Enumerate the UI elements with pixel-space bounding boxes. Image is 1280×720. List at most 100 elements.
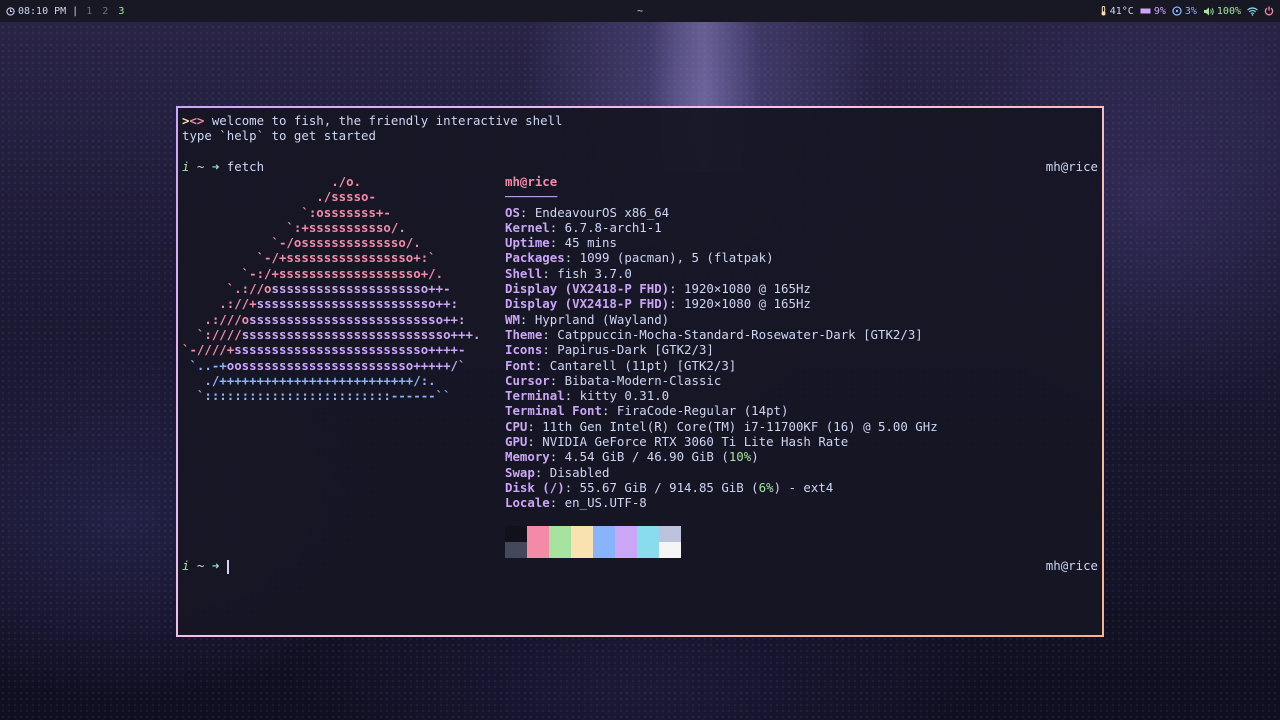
prompt-arrow-icon: ➜ [211,558,220,573]
info-row: Display (VX2418-P FHD): 1920×1080 @ 165H… [505,281,938,296]
workspace-3[interactable]: 3 [118,6,124,17]
info-key: Icons [505,342,543,358]
info-key: Packages [505,250,565,266]
ascii-segment: ssssssssssssssssssssssssssso+++. [241,326,481,342]
info-row: Kernel: 6.7.8-arch1-1 [505,220,938,235]
palette-swatch [659,542,681,558]
right-prompt-hostname: mh@rice [1045,159,1098,174]
info-row: CPU: 11th Gen Intel(R) Core(TM) i7-11700… [505,419,938,434]
top-bar-right: 41°C 9% 3% 100% [1100,6,1274,17]
info-key: Display (VX2418-P FHD) [505,281,670,297]
info-row: Cursor: Bibata-Modern-Classic [505,373,938,388]
ascii-segment: ssssssssssssssssssssssssso++: [249,311,466,327]
info-value: : 4.54 GiB / 46.90 GiB ( [549,449,729,465]
info-row: Disk (/): 55.67 GiB / 914.85 GiB (6%) - … [505,480,938,495]
palette-swatch [659,526,681,542]
window-title: ~ [636,5,644,17]
info-tail: ) - ext4 [773,479,834,495]
prompt-cwd: ~ [189,558,212,573]
ascii-segment: `:+sssssssssso/. [182,219,406,235]
ascii-line: ./++++++++++++++++++++++++++/:. [182,373,480,388]
palette-swatch [593,542,615,558]
clock-icon [6,6,15,16]
ascii-line: `:::::::::::::::::::::::::------`` [182,388,480,403]
info-rows: OS: EndeavourOS x86_64 Kernel: 6.7.8-arch… [505,205,938,511]
thermometer-icon [1101,6,1106,16]
right-prompt-hostname: mh@rice [1045,558,1098,573]
info-row: Uptime: 45 mins [505,235,938,250]
volume-icon [1203,7,1214,15]
palette-swatch [549,526,571,542]
power-button[interactable] [1264,6,1274,16]
info-value: : Bibata-Modern-Classic [549,372,722,388]
ascii-segment: .:///o [182,311,250,327]
info-key: Terminal [505,388,565,404]
ascii-segment: ./sssso- [182,189,376,205]
workspace-2[interactable]: 2 [102,6,108,17]
info-key: Font [505,357,535,373]
ascii-segment: ./o. [182,174,362,189]
palette-swatch [593,526,615,542]
info-key: GPU [505,434,528,450]
info-key: OS [505,204,520,220]
separator: | [72,5,79,17]
volume[interactable]: 100% [1203,6,1241,17]
info-row: Shell: fish 3.7.0 [505,266,938,281]
info-rule: ─────── [505,189,558,205]
info-row: Terminal: kitty 0.31.0 [505,388,938,403]
disk-icon [1172,6,1182,16]
info-key: Cursor [505,372,550,388]
cpu-usage[interactable]: 9% [1140,6,1166,17]
ascii-segment: `:::::::::::::::::::::::::------`` [182,388,451,404]
ascii-line: .:///ossssssssssssssssssssssssso++: [182,312,480,327]
info-value: : FiraCode-Regular (14pt) [601,403,789,419]
info-percent: 6% [758,479,774,495]
clock[interactable]: 08:10 PM [6,6,66,17]
ascii-segment: `-////+ [182,342,235,358]
info-row: Display (VX2418-P FHD): 1920×1080 @ 165H… [505,296,938,311]
ascii-line: `:osssssss+- [182,205,480,220]
palette-swatch [527,542,549,558]
temperature[interactable]: 41°C [1100,6,1134,17]
ascii-line: `-/+sssssssssssssssso+:` [182,250,480,265]
palette-swatch [615,526,637,542]
ascii-line: `:+sssssssssso/. [182,220,480,235]
memory-icon [1140,8,1151,14]
fish-logo-right: <> [189,113,205,128]
disk-usage[interactable]: 3% [1172,6,1197,17]
info-value: : 55.67 GiB / 914.85 GiB ( [564,479,759,495]
info-value: : fish 3.7.0 [542,265,632,281]
info-key: Kernel [505,219,550,235]
info-row: Font: Cantarell (11pt) [GTK2/3] [505,358,938,373]
info-username: mh [505,174,520,189]
palette-swatch [505,542,527,558]
prompt-line-current[interactable]: i ~ ➜ [182,558,229,574]
info-value: : 1920×1080 @ 165Hz [669,281,811,297]
terminal-window[interactable]: ><> welcome to fish, the friendly intera… [176,106,1104,637]
palette-swatch [571,542,593,558]
info-row: OS: EndeavourOS x86_64 [505,205,938,220]
ascii-segment: ssssssssssssssssssssssso++: [256,296,459,312]
info-value: : Cantarell (11pt) [GTK2/3] [534,357,737,373]
info-key: Memory [505,449,550,465]
info-key: Theme [505,326,543,342]
greeting-line-2: type `help` to get started [182,128,376,143]
palette-swatch [615,542,637,558]
info-row: Icons: Papirus-Dark [GTK2/3] [505,342,938,357]
info-value: : NVIDIA GeForce RTX 3060 Ti Lite Hash R… [527,434,849,450]
greeting-text: welcome to fish, the friendly interactiv… [204,113,563,128]
network[interactable] [1247,6,1258,16]
workspaces: 1 2 3 [84,6,126,17]
info-value: : 45 mins [549,235,617,251]
workspace-1[interactable]: 1 [86,6,92,17]
info-row: WM: Hyprland (Wayland) [505,312,938,327]
ascii-segment: `://// [182,326,242,342]
info-value: : Catppuccin-Mocha-Standard-Rosewater-Da… [542,326,923,342]
info-key: CPU [505,418,528,434]
ascii-line: `-/ossssssssssssso/. [182,235,480,250]
info-key: Swap [505,464,535,480]
info-key: WM [505,311,520,327]
volume-value: 100% [1216,5,1241,17]
info-key: Disk (/) [505,479,565,495]
ascii-line: .://+ssssssssssssssssssssssso++: [182,296,480,311]
